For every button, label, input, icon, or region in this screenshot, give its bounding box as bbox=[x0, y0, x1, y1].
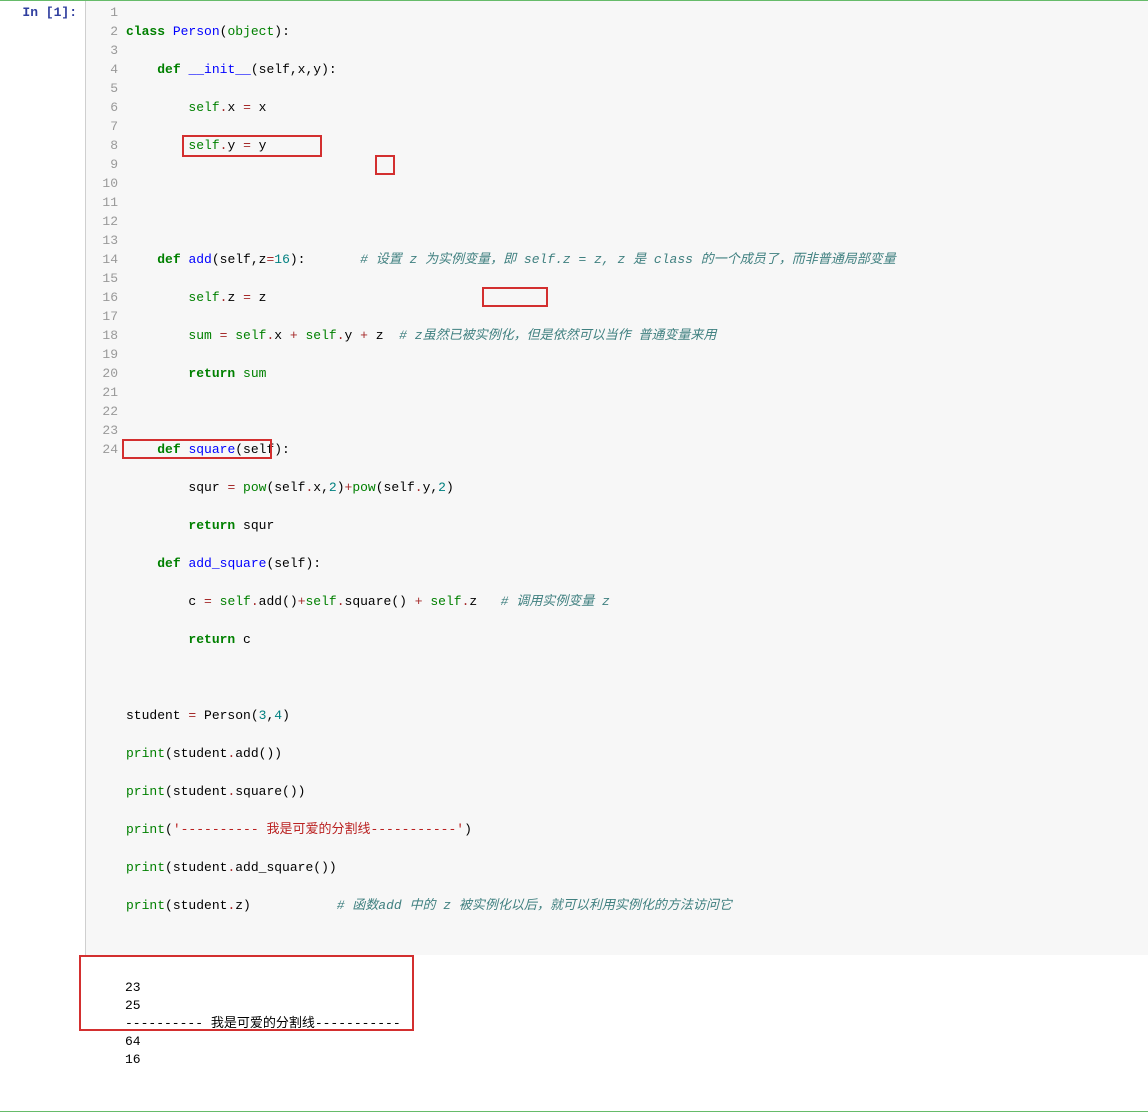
output-text: 23 25 ---------- 我是可爱的分割线----------- 64 … bbox=[85, 955, 1148, 1111]
notebook: In [1]: 123 456 789 101112 131415 161718… bbox=[0, 0, 1148, 1112]
input-cell: In [1]: 123 456 789 101112 131415 161718… bbox=[0, 1, 1148, 955]
line-gutter: 123 456 789 101112 131415 161718 192021 … bbox=[86, 3, 126, 953]
output-cell: 23 25 ---------- 我是可爱的分割线----------- 64 … bbox=[0, 955, 1148, 1111]
code-area[interactable]: 123 456 789 101112 131415 161718 192021 … bbox=[85, 1, 1148, 955]
input-prompt: In [1]: bbox=[0, 1, 85, 955]
code-lines[interactable]: class Person(object): def __init__(self,… bbox=[126, 3, 1148, 953]
